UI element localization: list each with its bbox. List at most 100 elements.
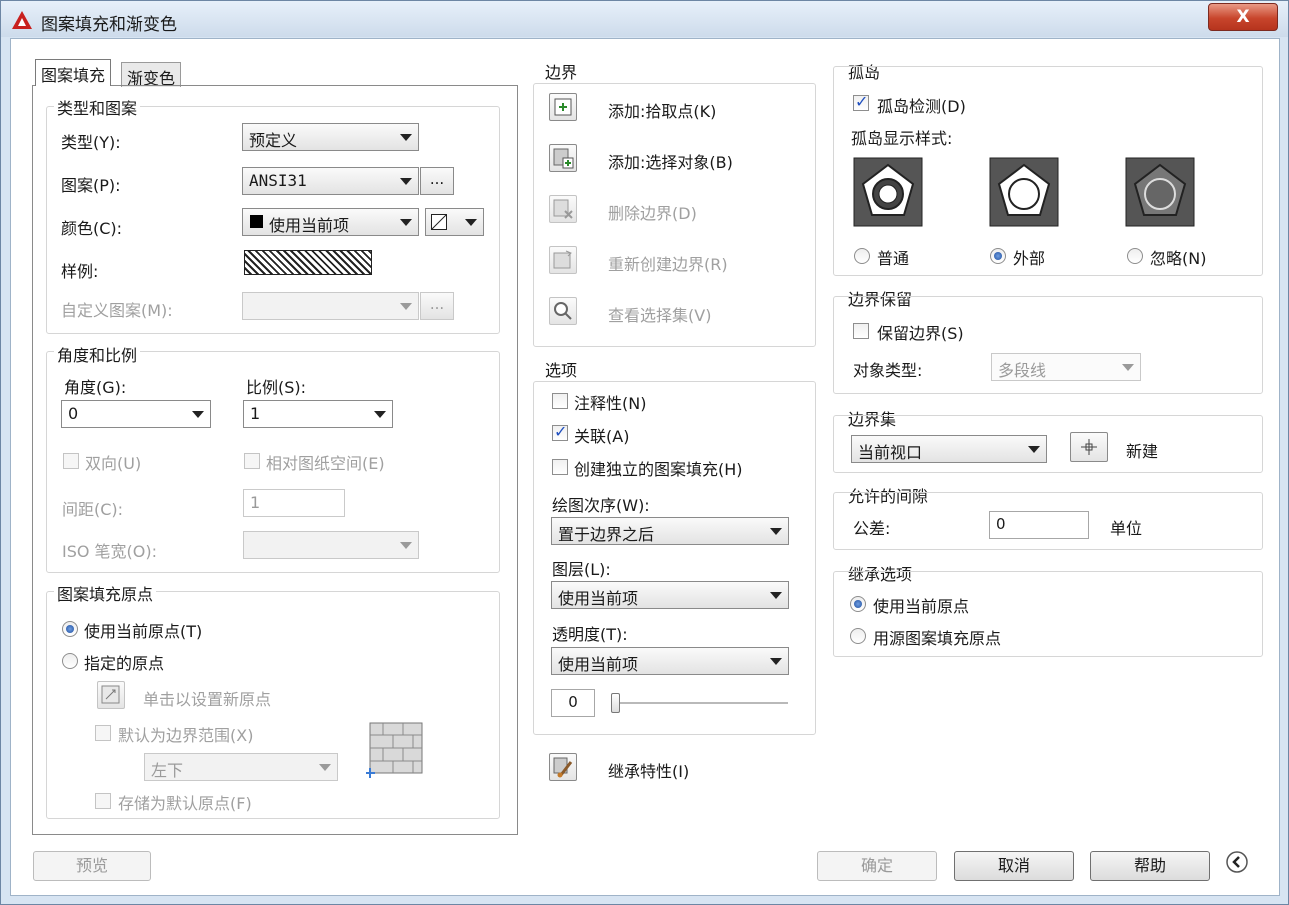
transparency-select[interactable]: 使用当前项 — [551, 647, 789, 675]
object-type-select[interactable]: 多段线 — [991, 353, 1141, 381]
close-button[interactable]: X — [1208, 3, 1278, 31]
hatch-sample-swatch[interactable] — [244, 250, 372, 275]
angle-select[interactable]: 0 — [61, 400, 211, 428]
transparency-label: 透明度(T): — [552, 625, 628, 644]
set-origin-icon — [101, 685, 120, 704]
transparency-slider-thumb[interactable] — [611, 693, 620, 713]
new-boundary-set-label: 新建 — [1126, 442, 1159, 461]
use-current-origin-radio[interactable] — [62, 621, 78, 637]
inherit-current-origin-radio[interactable] — [850, 596, 866, 612]
tolerance-label: 公差: — [853, 519, 891, 538]
iso-pen-label: ISO 笔宽(O): — [62, 542, 158, 561]
island-detection-label: 孤岛检测(D) — [877, 97, 966, 116]
custom-pattern-browse-button[interactable]: ... — [420, 292, 454, 320]
relative-paper-checkbox[interactable] — [244, 453, 260, 469]
annotative-checkbox[interactable] — [552, 393, 568, 409]
chevron-down-icon — [770, 658, 782, 665]
view-selections-button[interactable] — [549, 297, 577, 325]
chevron-down-icon — [465, 219, 477, 226]
island-normal-radio[interactable] — [854, 248, 870, 264]
dialog-body: 图案填充 渐变色 类型和图案 类型(Y): 预定义 图案(P): ANSI31 … — [10, 38, 1280, 896]
add-pick-points-button[interactable] — [549, 93, 577, 121]
inherit-source-origin-radio[interactable] — [850, 628, 866, 644]
color-select[interactable]: 使用当前项 — [242, 208, 419, 236]
double-checkbox[interactable] — [63, 453, 79, 469]
dialog-window: 图案填充和渐变色 X 图案填充 渐变色 类型和图案 类型(Y): 预定义 图案(… — [0, 0, 1289, 905]
type-select[interactable]: 预定义 — [242, 123, 419, 151]
default-extent-checkbox[interactable] — [95, 725, 111, 741]
angle-label: 角度(G): — [64, 378, 127, 397]
draw-order-select[interactable]: 置于边界之后 — [551, 517, 789, 545]
separate-hatches-checkbox[interactable] — [552, 459, 568, 475]
view-selections-label: 查看选择集(V) — [608, 306, 712, 325]
boundary-set-select[interactable]: 当前视口 — [851, 435, 1047, 463]
spacing-input[interactable]: 1 — [243, 489, 345, 517]
options-title: 选项 — [542, 357, 581, 381]
crosshair-icon — [1081, 439, 1097, 455]
set-origin-button[interactable] — [97, 681, 125, 709]
add-select-objects-label: 添加:选择对象(B) — [608, 153, 733, 172]
help-button[interactable]: 帮助 — [1090, 851, 1210, 881]
collapse-chevron-left-icon[interactable] — [1225, 850, 1249, 874]
island-normal-preview-icon — [853, 157, 923, 227]
scale-label: 比例(S): — [246, 378, 307, 397]
checkmark-icon: ✓ — [855, 92, 869, 111]
chevron-down-icon — [770, 592, 782, 599]
island-outer-radio[interactable] — [990, 248, 1006, 264]
scale-select[interactable]: 1 — [243, 400, 393, 428]
title-bar: 图案填充和渐变色 X — [1, 1, 1288, 37]
pattern-browse-button[interactable]: ... — [420, 167, 454, 195]
custom-pattern-select[interactable] — [242, 292, 419, 320]
specified-origin-radio[interactable] — [62, 653, 78, 669]
transparency-slider-track[interactable] — [618, 702, 788, 704]
island-style-label: 孤岛显示样式: — [851, 129, 953, 148]
click-set-origin-label: 单击以设置新原点 — [143, 690, 272, 709]
spacing-label: 间距(C): — [62, 500, 124, 519]
recreate-boundary-button[interactable] — [549, 246, 577, 274]
island-ignore-radio[interactable] — [1127, 248, 1143, 264]
extent-position-select[interactable]: 左下 — [144, 753, 338, 781]
preview-button[interactable]: 预览 — [33, 851, 151, 881]
type-label: 类型(Y): — [61, 133, 121, 152]
associative-checkbox[interactable]: ✓ — [552, 423, 568, 441]
new-boundary-set-button[interactable] — [1070, 432, 1108, 462]
tab-hatch[interactable]: 图案填充 — [35, 59, 112, 86]
add-pick-points-icon — [554, 98, 572, 116]
remove-boundaries-button[interactable] — [549, 195, 577, 223]
background-color-select[interactable] — [425, 208, 484, 236]
ok-button[interactable]: 确定 — [817, 851, 937, 881]
iso-pen-select[interactable] — [243, 531, 419, 559]
layer-select[interactable]: 使用当前项 — [551, 581, 789, 609]
store-default-origin-label: 存储为默认原点(F) — [118, 794, 252, 813]
island-detection-checkbox[interactable]: ✓ — [853, 92, 869, 111]
recreate-boundary-label: 重新创建边界(R) — [608, 255, 728, 274]
add-select-objects-button[interactable] — [549, 144, 577, 172]
draw-order-label: 绘图次序(W): — [552, 496, 650, 515]
chevron-down-icon — [770, 528, 782, 535]
relative-paper-label: 相对图纸空间(E) — [266, 454, 385, 473]
tab-gradient[interactable]: 渐变色 — [121, 62, 182, 88]
island-ignore-preview-icon — [1125, 157, 1195, 227]
hatch-origin-title: 图案填充原点 — [54, 581, 157, 605]
autocad-logo-icon — [12, 11, 32, 29]
tolerance-input[interactable]: 0 — [989, 511, 1089, 539]
inherit-properties-button[interactable] — [549, 753, 577, 781]
angle-scale-title: 角度和比例 — [54, 342, 141, 366]
chevron-down-icon — [400, 178, 412, 185]
use-current-origin-label: 使用当前原点(T) — [84, 622, 203, 641]
transparency-value-input[interactable]: 0 — [551, 689, 595, 717]
pattern-select[interactable]: ANSI31 — [242, 167, 419, 195]
island-ignore-label: 忽略(N) — [1150, 249, 1207, 268]
cancel-button[interactable]: 取消 — [954, 851, 1074, 881]
island-normal-label: 普通 — [877, 249, 910, 268]
remove-boundaries-label: 删除边界(D) — [608, 204, 697, 223]
inherit-properties-label: 继承特性(I) — [608, 762, 690, 781]
add-pick-points-label: 添加:拾取点(K) — [608, 102, 717, 121]
retain-boundaries-label: 保留边界(S) — [877, 324, 964, 343]
retain-boundaries-checkbox[interactable] — [853, 323, 869, 339]
pattern-label: 图案(P): — [61, 176, 121, 195]
recreate-boundary-icon — [553, 250, 572, 269]
double-label: 双向(U) — [85, 454, 142, 473]
separate-hatches-label: 创建独立的图案填充(H) — [574, 460, 743, 479]
store-default-origin-checkbox[interactable] — [95, 793, 111, 809]
